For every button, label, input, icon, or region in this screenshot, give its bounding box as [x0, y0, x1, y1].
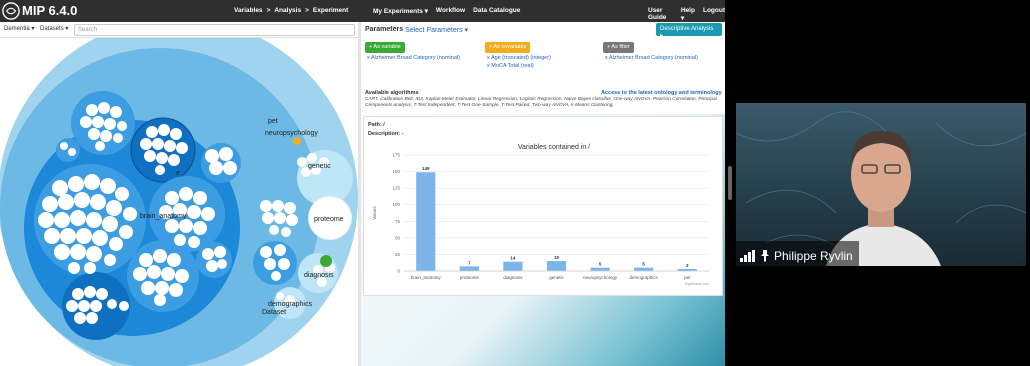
parameters-title: Parameters: [365, 26, 404, 33]
group-bubble[interactable]: [201, 143, 241, 183]
group-bubble[interactable]: [56, 138, 80, 162]
data-label: 14: [510, 256, 516, 261]
dementia-dropdown[interactable]: Dementia ▾: [4, 25, 34, 32]
y-tick-label: 0: [397, 269, 400, 274]
bar: [590, 267, 610, 271]
as-variable-button[interactable]: + As variable: [365, 42, 405, 53]
bar: [546, 261, 567, 271]
bubble-label-brain-anatomy: brain_anatomy: [140, 213, 187, 220]
participant-name: Philippe Ryvlin: [774, 249, 853, 263]
data-label: 3: [686, 263, 689, 268]
data-label: 5: [642, 262, 645, 267]
parameters-panel: Parameters Select Parameters ▾ Descripti…: [361, 22, 725, 114]
chart-credit: Highcharts.com: [685, 282, 709, 286]
y-axis-label: Values: [372, 206, 377, 220]
nav-my-experiments[interactable]: My Experiments ▾: [373, 7, 428, 15]
nav-variables[interactable]: Variables: [234, 7, 263, 14]
algorithms-list: CART, Calibration Belt, ID3, Kaplan-Meie…: [365, 97, 717, 108]
nav-middle: My Experiments ▾ Workflow Data Catalogue: [373, 7, 520, 15]
data-label: 7: [468, 260, 471, 265]
x-tick-label: demographics: [630, 275, 659, 280]
y-tick-label: 50: [395, 235, 401, 240]
bubble-label-demographics: demographics: [268, 301, 312, 308]
nav-right: User Guide Help ▾ Logout: [648, 7, 725, 22]
algorithms-title: Available algorithms: [365, 90, 419, 96]
mip-logo-icon[interactable]: [2, 2, 20, 20]
chart-title: Variables contained in /: [518, 144, 590, 151]
search-toolbar: Dementia ▾ Datasets ▾ Search: [0, 22, 358, 38]
data-label: 5: [599, 262, 602, 267]
datasets-dropdown[interactable]: Datasets ▾: [40, 25, 68, 32]
x-tick-label: genetic: [549, 275, 564, 280]
data-label: 149: [422, 166, 430, 171]
app-title[interactable]: MIP 6.4.0: [22, 3, 77, 18]
group-bubble[interactable]: [196, 242, 232, 278]
nav-analysis[interactable]: Analysis: [274, 7, 301, 14]
nav-separator: >: [305, 7, 309, 14]
mip-app-window: MIP 6.4.0 Variables > Analysis > Experim…: [0, 0, 725, 366]
variable-item[interactable]: x Alzheimer Broad Category (nominal): [367, 55, 460, 61]
bubble-label-e: e: [176, 170, 180, 177]
as-covariable-button[interactable]: + As covariable: [485, 42, 531, 53]
bubble-label-dataset: Dataset: [262, 309, 286, 316]
signal-bars-icon: [740, 250, 755, 262]
x-tick-label: neuropsychology: [583, 275, 618, 280]
nav-separator: >: [266, 7, 271, 14]
select-parameters-link[interactable]: Select Parameters ▾: [405, 26, 468, 34]
breadcrumb: Variables > Analysis > Experiment: [234, 7, 348, 14]
covariable-item[interactable]: x MoCA Total (real): [487, 63, 534, 69]
y-tick-label: 100: [392, 202, 400, 207]
data-label: 15: [554, 255, 560, 260]
search-input[interactable]: Search: [74, 24, 355, 36]
x-tick-label: brain_anatomy: [411, 275, 442, 280]
nav-user-guide[interactable]: User Guide: [648, 7, 673, 22]
nav-workflow[interactable]: Workflow: [436, 7, 465, 15]
filter-item[interactable]: x Alzheimer Broad Category (nominal): [605, 55, 698, 61]
nav-data-catalogue[interactable]: Data Catalogue: [473, 7, 520, 15]
bubble-svg[interactable]: pet neuropsychology genetic brain_anatom…: [0, 38, 358, 366]
x-tick-label: proteome: [460, 275, 480, 280]
bar: [459, 266, 479, 271]
neuropsychology-highlight-bubble[interactable]: [293, 137, 301, 145]
bubble-label-neuropsychology: neuropsychology: [265, 130, 318, 137]
variables-bubble-chart[interactable]: pet neuropsychology genetic brain_anatom…: [0, 38, 358, 366]
as-filter-button[interactable]: + As filter: [603, 42, 634, 53]
x-tick-label: diagnosis: [503, 275, 523, 280]
covariable-item[interactable]: x Age (truncated) (integer): [487, 55, 551, 61]
path-label: Path: /: [368, 122, 385, 128]
bubble-label-proteome: proteome: [314, 216, 344, 223]
nav-logout[interactable]: Logout: [703, 7, 725, 22]
video-tile: Philippe Ryvlin: [736, 103, 1026, 266]
variables-chart-card: Path: / Description: - Variables contain…: [363, 116, 723, 296]
split-handle[interactable]: [728, 166, 732, 200]
y-tick-label: 150: [392, 169, 400, 174]
diagnosis-highlight-bubble[interactable]: [320, 255, 332, 267]
bar: [416, 172, 436, 271]
nav-experiment[interactable]: Experiment: [313, 7, 348, 14]
bubble-label-pet: pet: [268, 118, 278, 125]
y-tick-label: 25: [395, 252, 401, 257]
panel-divider[interactable]: [358, 22, 361, 366]
y-tick-label: 175: [392, 153, 400, 158]
ontology-link[interactable]: Access to the latest ontology and termin…: [601, 90, 722, 96]
bubble-label-genetic: genetic: [308, 163, 331, 170]
pin-icon: [761, 250, 769, 262]
participant-name-tag: Philippe Ryvlin: [736, 241, 859, 266]
descriptive-analysis-button[interactable]: Descriptive Analysis ▸: [656, 23, 722, 39]
bar: [503, 261, 523, 271]
x-tick-label: pet: [684, 275, 691, 280]
y-tick-label: 125: [392, 186, 400, 191]
bubble-label-diagnosis: diagnosis: [304, 272, 334, 279]
top-nav-bar: MIP 6.4.0 Variables > Analysis > Experim…: [0, 0, 725, 22]
y-tick-label: 75: [395, 219, 401, 224]
bar: [634, 267, 654, 271]
nav-help[interactable]: Help ▾: [681, 7, 695, 22]
details-panel: Path: / Description: - Variables contain…: [361, 114, 725, 366]
bar-chart: Variables contained in /Values0255075100…: [372, 144, 709, 286]
